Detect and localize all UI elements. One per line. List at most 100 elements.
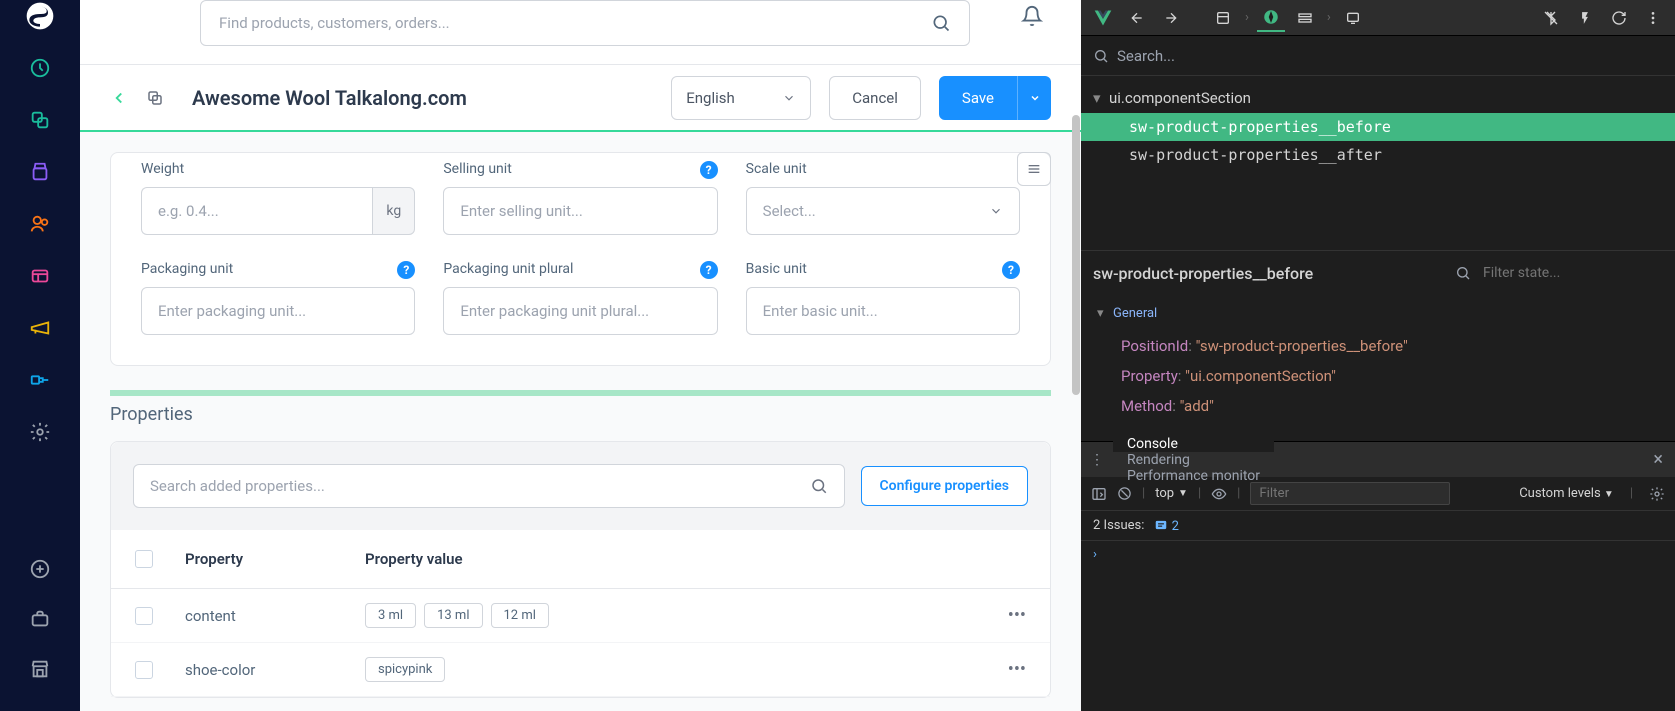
vue-icon[interactable] xyxy=(1089,4,1117,32)
nav-forward-icon[interactable] xyxy=(1157,4,1185,32)
configure-properties-button[interactable]: Configure properties xyxy=(861,466,1028,506)
state-inspector: sw-product-properties__before ▾General P… xyxy=(1081,250,1675,441)
settings-icon[interactable] xyxy=(28,420,52,444)
marketing-icon[interactable] xyxy=(28,316,52,340)
value-chip[interactable]: 13 ml xyxy=(424,603,482,628)
property-name: shoe-color xyxy=(185,661,365,679)
value-chip[interactable]: 3 ml xyxy=(365,603,416,628)
global-search[interactable] xyxy=(200,0,970,46)
devtools-search-input[interactable] xyxy=(1117,47,1663,65)
cancel-button[interactable]: Cancel xyxy=(829,76,921,120)
tree-item[interactable]: sw-product-properties__before xyxy=(1081,113,1675,142)
log-levels-select[interactable]: Custom levels ▼ xyxy=(1519,486,1614,501)
component-tree: ▾ui.componentSection sw-product-properti… xyxy=(1081,76,1675,250)
issues-bar[interactable]: 2 Issues: 2 xyxy=(1081,511,1675,541)
property-name: content xyxy=(185,607,365,625)
help-icon[interactable]: ? xyxy=(700,161,718,179)
scrollbar[interactable] xyxy=(1072,115,1080,395)
save-dropdown[interactable] xyxy=(1017,76,1051,120)
toc-button[interactable] xyxy=(1017,152,1051,186)
customers-icon[interactable] xyxy=(28,212,52,236)
issues-badge: 2 xyxy=(1154,518,1179,534)
refresh-icon[interactable] xyxy=(1605,4,1633,32)
properties-search[interactable] xyxy=(133,464,845,508)
language-select[interactable]: English xyxy=(671,76,811,120)
value-chip[interactable]: spicypink xyxy=(365,657,445,682)
properties-table-header: Property Property value xyxy=(111,530,1050,589)
main-sidebar xyxy=(0,0,80,711)
extensions-icon[interactable] xyxy=(28,368,52,392)
global-search-input[interactable] xyxy=(219,14,931,32)
weight-input[interactable] xyxy=(141,187,372,235)
value-chip[interactable]: 12 ml xyxy=(491,603,549,628)
basic-unit-label: Basic unit xyxy=(746,261,1020,277)
admin-panel: Awesome Wool Talkalong.com English Cance… xyxy=(80,0,1081,711)
nav-back-icon[interactable] xyxy=(1123,4,1151,32)
scale-unit-select[interactable]: Select... xyxy=(746,187,1020,235)
inspector-icon[interactable] xyxy=(1339,4,1367,32)
properties-search-input[interactable] xyxy=(150,477,810,495)
bluetooth-off-icon[interactable] xyxy=(1537,4,1565,32)
console-filter-input[interactable] xyxy=(1250,482,1450,505)
properties-title: Properties xyxy=(110,404,1051,425)
clear-console-icon[interactable] xyxy=(1117,486,1132,501)
help-icon[interactable]: ? xyxy=(1002,261,1020,279)
state-property: Property: "ui.componentSection" xyxy=(1097,361,1659,391)
tree-item[interactable]: sw-product-properties__after xyxy=(1081,141,1675,170)
drawer-more-icon[interactable]: ⋮ xyxy=(1081,452,1113,468)
filter-state-input[interactable] xyxy=(1483,265,1663,281)
devtools-panel: › › ▾ui.componentSection sw-product-prop… xyxy=(1081,0,1675,711)
orders-icon[interactable] xyxy=(28,160,52,184)
flash-icon[interactable] xyxy=(1571,4,1599,32)
briefcase-icon[interactable] xyxy=(28,607,52,631)
row-actions-icon[interactable]: ••• xyxy=(986,605,1026,626)
store-icon[interactable] xyxy=(28,657,52,681)
page-bar: Awesome Wool Talkalong.com English Cance… xyxy=(80,64,1081,132)
console-body[interactable]: › xyxy=(1081,541,1675,711)
basic-unit-input[interactable] xyxy=(746,287,1020,335)
selling-unit-input[interactable] xyxy=(443,187,717,235)
row-checkbox[interactable] xyxy=(135,607,153,625)
console-drawer-tabs: ⋮ ConsoleRenderingPerformance monitor × xyxy=(1081,441,1675,477)
state-property: Method: "add" xyxy=(1097,391,1659,421)
context-select[interactable]: top ▼ xyxy=(1155,486,1188,501)
row-actions-icon[interactable]: ••• xyxy=(986,659,1026,680)
timeline-tab-icon[interactable] xyxy=(1257,4,1285,32)
devtools-tabs: › › xyxy=(1081,0,1675,36)
state-section[interactable]: ▾General xyxy=(1097,301,1659,327)
sidebar-toggle-icon[interactable] xyxy=(1091,486,1107,502)
add-icon[interactable] xyxy=(28,557,52,581)
select-all-checkbox[interactable] xyxy=(135,550,153,568)
state-property: PositionId: "sw-product-properties__befo… xyxy=(1097,331,1659,361)
duplicate-icon[interactable] xyxy=(146,89,164,107)
table-row: shoe-color spicypink ••• xyxy=(111,643,1050,697)
console-tab[interactable]: Rendering xyxy=(1113,452,1274,468)
property-values: 3 ml 13 ml 12 ml xyxy=(365,603,986,628)
dashboard-icon[interactable] xyxy=(28,56,52,80)
catalog-icon[interactable] xyxy=(28,108,52,132)
page-title: Awesome Wool Talkalong.com xyxy=(192,86,653,110)
selected-component: sw-product-properties__before xyxy=(1093,264,1443,283)
help-icon[interactable]: ? xyxy=(700,261,718,279)
property-values: spicypink xyxy=(365,657,986,682)
packaging-unit-input[interactable] xyxy=(141,287,415,335)
console-tab[interactable]: Console xyxy=(1113,436,1274,452)
app-logo[interactable] xyxy=(0,0,80,26)
back-icon[interactable] xyxy=(110,89,128,107)
components-tab-icon[interactable] xyxy=(1209,4,1237,32)
devtools-search[interactable] xyxy=(1081,36,1675,76)
layers-icon[interactable] xyxy=(1291,4,1319,32)
live-expr-icon[interactable] xyxy=(1211,486,1227,502)
row-checkbox[interactable] xyxy=(135,661,153,679)
more-icon[interactable] xyxy=(1639,4,1667,32)
notifications-icon[interactable] xyxy=(1021,5,1043,27)
packaging-unit-plural-label: Packaging unit plural xyxy=(443,261,717,277)
save-button[interactable]: Save xyxy=(939,76,1017,120)
table-row: content 3 ml 13 ml 12 ml ••• xyxy=(111,589,1050,643)
console-settings-icon[interactable] xyxy=(1649,486,1665,502)
weight-unit: kg xyxy=(372,187,415,235)
tree-root[interactable]: ▾ui.componentSection xyxy=(1081,84,1675,113)
content-icon[interactable] xyxy=(28,264,52,288)
packaging-unit-plural-input[interactable] xyxy=(443,287,717,335)
close-drawer-icon[interactable]: × xyxy=(1641,449,1675,470)
